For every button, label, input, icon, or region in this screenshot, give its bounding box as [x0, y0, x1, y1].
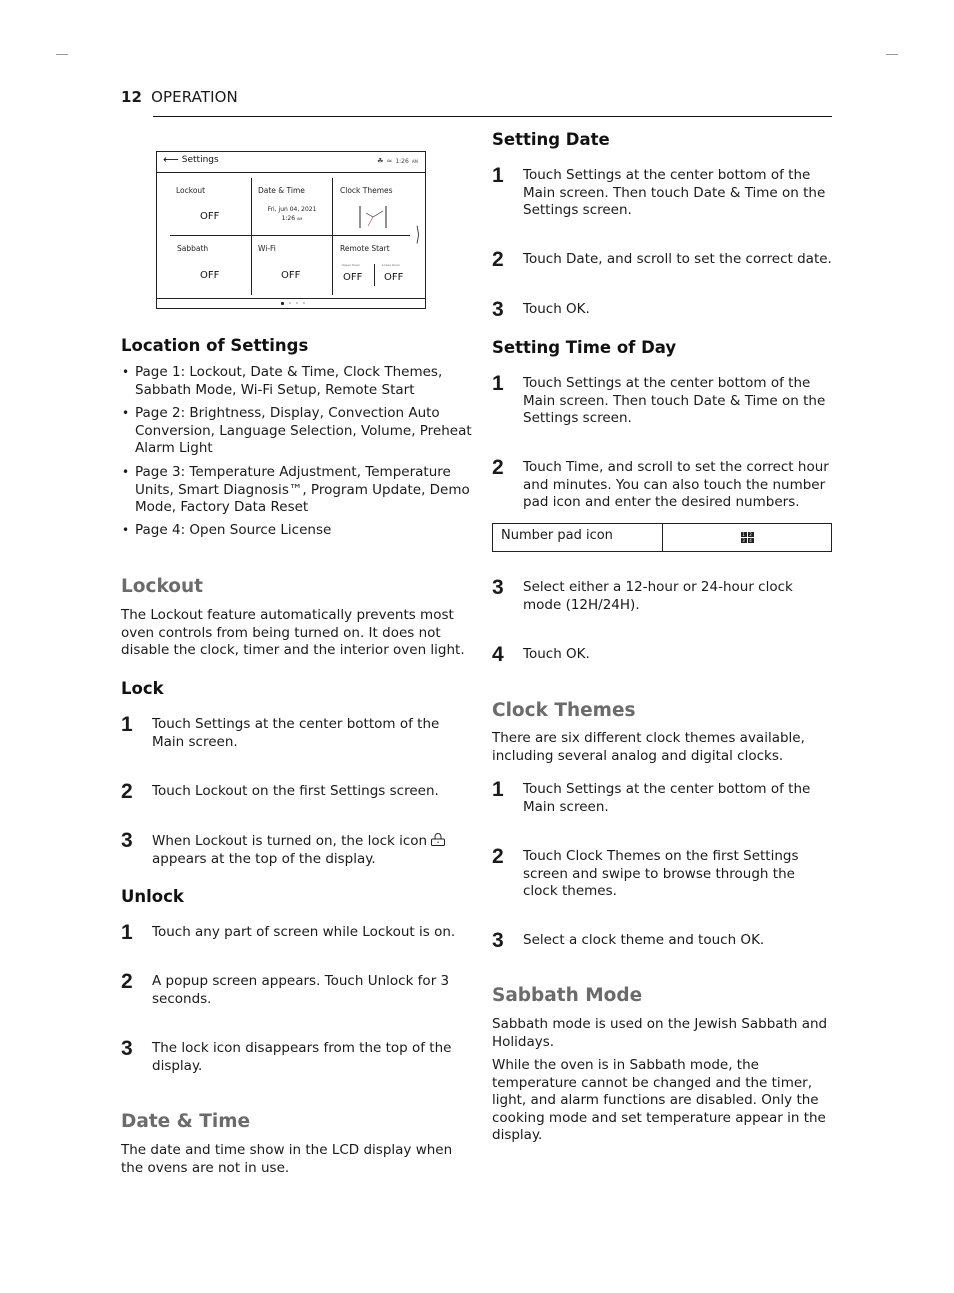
location-of-settings-heading: Location of Settings: [121, 336, 309, 355]
crop-mark-right: [886, 54, 898, 55]
page-dot-active[interactable]: [281, 301, 284, 305]
oven-divider: [374, 264, 375, 286]
step-text: Touch Settings at the center bottom of t…: [523, 781, 811, 815]
section-title: OPERATION: [151, 88, 238, 106]
upper-oven-value: OFF: [343, 272, 363, 283]
status-time: 1:26: [395, 157, 409, 165]
lower-oven-value: OFF: [384, 272, 404, 283]
sabbath-mode-heading: Sabbath Mode: [492, 985, 643, 1006]
step-text: Touch OK.: [523, 646, 590, 662]
status-ampm: AM: [411, 158, 418, 164]
number-pad-icon-cell: 1 2 3 4: [663, 524, 831, 551]
sabbath-value: OFF: [200, 270, 220, 281]
lockout-description: The Lockout feature automatically preven…: [121, 607, 465, 658]
number-pad-icon: 1 2 3 4: [740, 532, 754, 543]
number-pad-table: Number pad icon 1 2 3 4: [492, 523, 832, 552]
date-time-label: Date & Time: [258, 186, 305, 195]
lock-heading: Lock: [121, 679, 164, 698]
page-dot[interactable]: [296, 302, 298, 304]
step-number: 3: [492, 929, 504, 952]
status-bar: ☘ ≈ 1:26 AM: [377, 157, 418, 165]
step-number: 1: [492, 778, 504, 801]
lockout-value: OFF: [200, 211, 220, 222]
step-number: 2: [492, 248, 504, 271]
date-time-heading: Date & Time: [121, 1111, 251, 1132]
wifi-signal-icon: ≈: [386, 157, 393, 165]
page-number: 12: [121, 88, 143, 106]
step-number: 1: [121, 921, 133, 944]
sabbath-description-2: While the oven is in Sabbath mode, the t…: [492, 1057, 826, 1143]
step-number: 2: [121, 970, 133, 993]
clock-themes-label: Clock Themes: [340, 186, 393, 195]
step-number: 3: [492, 576, 504, 599]
step-text: Select a clock theme and touch OK.: [523, 932, 765, 948]
list-item: Page 3: Temperature Adjustment, Temperat…: [122, 464, 475, 517]
step-text: Touch Clock Themes on the first Settings…: [523, 848, 799, 899]
grid-divider: [170, 235, 410, 236]
settings-title: Settings: [181, 155, 219, 165]
wifi-label: Wi-Fi: [258, 244, 276, 253]
page-indicator-bar: [157, 298, 425, 308]
step-number: 1: [492, 164, 504, 187]
step-text: Touch Settings at the center bottom of t…: [523, 375, 826, 426]
grid-divider: [251, 178, 252, 295]
sabbath-label: Sabbath: [177, 244, 209, 253]
step-number: 1: [492, 372, 504, 395]
crop-mark-left: [56, 54, 68, 55]
settings-title-bar: ⟵ Settings ☘ ≈ 1:26 AM: [157, 152, 425, 173]
list-item: Page 1: Lockout, Date & Time, Clock Them…: [122, 364, 475, 399]
back-button[interactable]: ⟵ Settings: [163, 153, 219, 166]
header-rule: [153, 116, 832, 117]
step-text: A popup screen appears. Touch Unlock for…: [152, 973, 450, 1007]
page-indicator: [281, 301, 305, 305]
number-pad-label: Number pad icon: [493, 524, 663, 551]
list-item: Page 4: Open Source License: [122, 522, 475, 540]
step-text: When Lockout is turned on, the lock icon…: [152, 832, 462, 868]
setting-date-heading: Setting Date: [492, 130, 610, 149]
step-number: 2: [492, 456, 504, 479]
lock-icon: [431, 833, 446, 846]
page-dot[interactable]: [289, 302, 291, 304]
step-text: Touch Settings at the center bottom of t…: [152, 716, 440, 750]
lockout-label: Lockout: [176, 186, 206, 195]
page-header: 12 OPERATION: [121, 88, 238, 106]
settings-screen-illustration: ⟵ Settings ☘ ≈ 1:26 AM Lockout OFF Date …: [156, 151, 426, 309]
step-text: Touch Lockout on the first Settings scre…: [152, 783, 439, 799]
step-number: 3: [121, 1037, 133, 1060]
lower-oven-label: Lower Oven: [382, 263, 400, 267]
step-text: Touch any part of screen while Lockout i…: [152, 924, 456, 940]
date-time-date: Fri, jun 04, 2021: [267, 206, 317, 213]
step-number: 4: [492, 643, 504, 666]
step-number: 1: [121, 713, 133, 736]
step-number: 3: [492, 298, 504, 321]
step-number: 3: [121, 829, 133, 852]
page-dot[interactable]: [303, 302, 305, 304]
step-text: The lock icon disappears from the top of…: [152, 1040, 452, 1074]
lockout-heading: Lockout: [121, 576, 203, 597]
step-text: Touch Date, and scroll to set the correc…: [523, 251, 832, 267]
step-text: Touch Time, and scroll to set the correc…: [523, 459, 829, 510]
step-text: Select either a 12-hour or 24-hour clock…: [523, 579, 793, 613]
step-number: 2: [492, 845, 504, 868]
wifi-value: OFF: [281, 270, 301, 281]
step-text: Touch OK.: [523, 301, 590, 317]
date-time-description: The date and time show in the LCD displa…: [121, 1142, 453, 1176]
unlock-heading: Unlock: [121, 887, 184, 906]
setting-time-heading: Setting Time of Day: [492, 338, 677, 357]
grid-divider: [332, 178, 333, 295]
clock-themes-heading: Clock Themes: [492, 700, 636, 721]
next-page-chevron-icon[interactable]: ⟩: [416, 222, 420, 246]
date-time-time: 1:26 AM: [281, 215, 303, 222]
remote-start-label: Remote Start: [340, 244, 390, 253]
list-item: Page 2: Brightness, Display, Convection …: [122, 405, 475, 458]
analog-clock-icon: [359, 206, 387, 228]
clock-themes-description: There are six different clock themes ava…: [492, 730, 805, 764]
sabbath-description-1: Sabbath mode is used on the Jewish Sabba…: [492, 1016, 828, 1050]
back-arrow-icon: ⟵: [163, 153, 179, 166]
upper-oven-label: Upper Oven: [342, 263, 360, 267]
lock-status-icon: ☘: [377, 157, 384, 165]
step-number: 2: [121, 780, 133, 803]
step-text: Touch Settings at the center bottom of t…: [523, 167, 826, 218]
